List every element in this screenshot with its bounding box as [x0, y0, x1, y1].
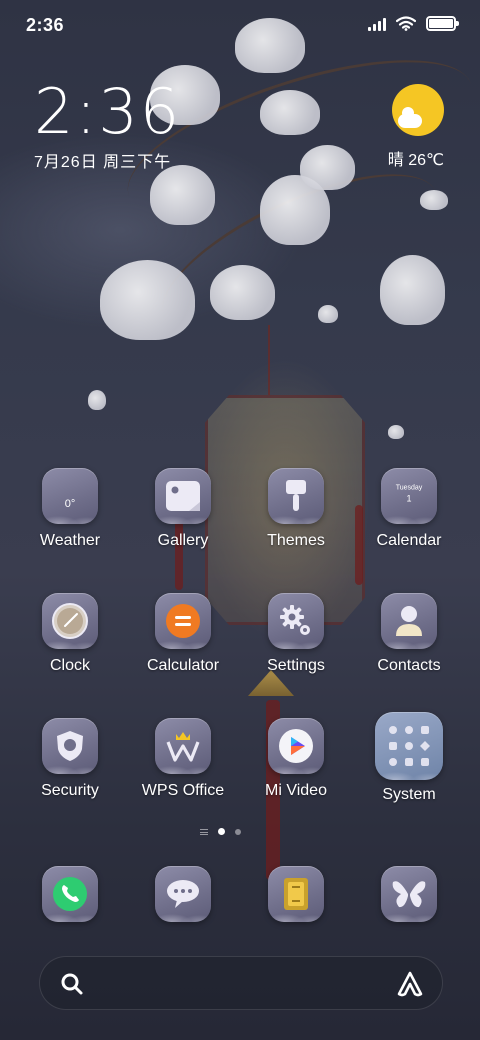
- wallpaper-petal: [88, 390, 106, 410]
- themes-glyph: [286, 480, 306, 511]
- phone-glyph: [53, 877, 87, 911]
- app-label: System: [382, 786, 436, 803]
- dock-phone[interactable]: [14, 866, 126, 922]
- app-settings[interactable]: Settings: [240, 593, 352, 675]
- battery-icon: [426, 16, 459, 31]
- clock-widget[interactable]: 2:36 7月26日 周三下午: [34, 80, 181, 172]
- security-glyph: [57, 731, 83, 761]
- clock-widget-date: 7月26日 周三下午: [34, 154, 172, 171]
- phone-icon: [42, 866, 98, 922]
- app-gallery[interactable]: Gallery: [127, 468, 239, 550]
- calculator-glyph: [166, 604, 200, 638]
- clock-icon: [42, 593, 98, 649]
- file-manager-glyph: [284, 878, 308, 910]
- app-label: Gallery: [157, 532, 209, 549]
- page-dot-active[interactable]: [218, 828, 225, 835]
- calendar-glyph: Tuesday 1: [384, 485, 434, 504]
- system-folder-glyph: [389, 726, 430, 766]
- wallpaper-lantern-cord: [268, 325, 270, 395]
- app-calendar[interactable]: Tuesday 1 Calendar: [353, 468, 465, 550]
- clock-glyph: [52, 603, 88, 639]
- wallpaper-flower: [260, 175, 330, 245]
- clock-widget-time: 2:36: [34, 75, 182, 148]
- signal-icon: [368, 17, 386, 31]
- dock-messages[interactable]: [127, 866, 239, 922]
- sunny-partly-cloudy-icon: [392, 84, 444, 136]
- app-label: Themes: [267, 532, 325, 549]
- app-mi-video[interactable]: Mi Video: [240, 718, 352, 800]
- status-time: 2:36: [26, 15, 65, 35]
- messages-icon: [155, 866, 211, 922]
- butterfly-icon: [381, 866, 437, 922]
- messages-glyph: [167, 880, 199, 908]
- calculator-icon: [155, 593, 211, 649]
- app-drawer-indicator[interactable]: [200, 828, 208, 835]
- app-label: Clock: [49, 657, 90, 674]
- butterfly-glyph: [392, 881, 426, 908]
- weather-icon: 0°: [42, 468, 98, 524]
- themes-brush-icon: [268, 468, 324, 524]
- wallpaper-flower: [210, 265, 275, 320]
- dock-butterfly[interactable]: [353, 866, 465, 922]
- app-calculator[interactable]: Calculator: [127, 593, 239, 675]
- wps-office-icon: [155, 718, 211, 774]
- wallpaper-flower: [150, 165, 215, 225]
- calendar-date: 1: [406, 493, 412, 504]
- wifi-icon: [396, 16, 416, 31]
- app-security[interactable]: Security: [14, 718, 126, 800]
- calendar-icon: Tuesday 1: [381, 468, 437, 524]
- wallpaper-flower: [300, 145, 355, 190]
- contacts-person-icon: [381, 593, 437, 649]
- app-system-folder[interactable]: System: [353, 712, 465, 804]
- app-label: Settings: [267, 657, 325, 674]
- app-label: Weather: [39, 532, 101, 549]
- status-bar: 2:36: [0, 0, 480, 50]
- wallpaper-flower: [260, 90, 320, 135]
- weather-widget[interactable]: 晴 26℃: [374, 80, 444, 170]
- search-bar[interactable]: [39, 956, 443, 1010]
- assistant-icon[interactable]: [396, 970, 424, 998]
- mi-video-glyph: [279, 729, 313, 763]
- page-dot[interactable]: [235, 828, 241, 835]
- file-manager-icon: [268, 866, 324, 922]
- app-weather[interactable]: 0° Weather: [14, 468, 126, 550]
- contacts-glyph: [396, 606, 422, 636]
- weather-widget-text: 晴 26℃: [387, 152, 444, 169]
- weather-icon-temp: 0°: [64, 498, 76, 510]
- gallery-icon: [155, 468, 211, 524]
- status-icons: [368, 16, 459, 31]
- wallpaper-petal: [388, 425, 404, 439]
- app-label: Calculator: [146, 657, 220, 674]
- system-folder-icon: [375, 712, 443, 780]
- app-clock[interactable]: Clock: [14, 593, 126, 675]
- app-themes[interactable]: Themes: [240, 468, 352, 550]
- dock-file-manager[interactable]: [240, 866, 352, 922]
- app-label: WPS Office: [141, 782, 225, 799]
- gallery-glyph: [166, 481, 200, 511]
- wallpaper-branch: [140, 141, 460, 369]
- app-wps-office[interactable]: WPS Office: [127, 718, 239, 800]
- page-indicator[interactable]: [200, 828, 241, 835]
- app-label: Calendar: [376, 532, 442, 549]
- shield-icon: [42, 718, 98, 774]
- app-label: Security: [41, 782, 99, 799]
- settings-glyph: [280, 605, 310, 635]
- wallpaper-flower: [380, 255, 445, 325]
- search-icon[interactable]: [60, 972, 84, 996]
- app-contacts[interactable]: Contacts: [353, 593, 465, 675]
- wallpaper-flower: [420, 190, 448, 210]
- app-label: Contacts: [377, 657, 441, 674]
- cloud-icon: [398, 107, 422, 128]
- play-icon: [268, 718, 324, 774]
- gear-icon: [268, 593, 324, 649]
- app-label: Mi Video: [265, 782, 327, 799]
- wps-glyph: [166, 732, 200, 762]
- wallpaper-petal: [318, 305, 338, 323]
- wallpaper-flower: [100, 260, 195, 340]
- calendar-day: Tuesday: [395, 484, 423, 492]
